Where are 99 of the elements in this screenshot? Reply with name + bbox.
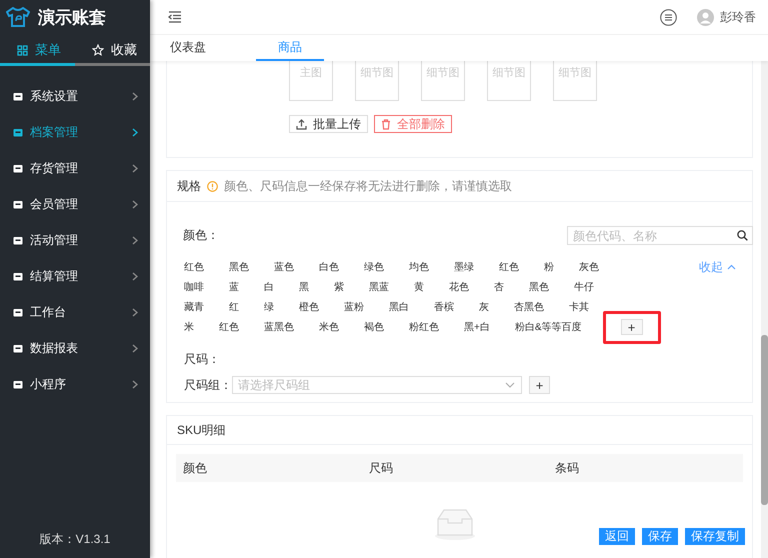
color-option[interactable]: 红色 [219,320,239,334]
color-option[interactable]: 杏 [494,280,504,294]
collapse-menu-icon[interactable] [168,11,182,23]
avatar-icon [697,8,714,26]
color-option[interactable]: 褐色 [364,320,384,334]
menu-item[interactable]: 数据报表 [0,330,150,366]
chevron-icon [132,308,138,316]
scrollbar[interactable] [761,61,768,558]
menu-icon[interactable] [660,8,677,26]
color-option[interactable]: 绿 [264,300,274,314]
chevron-up-icon [727,264,736,270]
color-option[interactable]: 米 [184,320,194,334]
star-icon [92,44,104,56]
chevron-icon [132,380,138,388]
box-icon [13,272,23,280]
warning-text: 颜色、尺码信息一经保存将无法进行删除，请谨慎选取 [224,178,512,194]
menu-item[interactable]: 会员管理 [0,186,150,222]
chevron-icon [132,128,138,136]
color-option[interactable]: 黄 [414,280,424,294]
add-button[interactable]: + [529,376,550,394]
upload-button[interactable]: 批量上传 [289,115,368,133]
color-option[interactable]: 蓝粉 [344,300,364,314]
color-option[interactable]: 牛仔 [574,280,594,294]
box-icon [13,344,23,352]
box-icon [13,128,23,136]
empty-inbox-icon [434,507,476,541]
menu-item[interactable]: 活动管理 [0,222,150,258]
upload-icon [296,118,307,130]
chevron-down-icon [505,382,515,388]
menu-item[interactable]: 工作台 [0,294,150,330]
color-option[interactable]: 黑蓝 [369,280,389,294]
chevron-icon [132,344,138,352]
section-title: SKU明细 [177,422,226,438]
color-option[interactable]: 黑 [299,280,309,294]
add-button[interactable]: + [620,319,643,335]
color-option[interactable]: 墨绿 [454,260,474,274]
search-icon [737,230,748,241]
field-label: 尺码： [184,352,220,366]
menu-item[interactable]: 系统设置 [0,78,150,114]
color-option[interactable]: 蓝 [229,280,239,294]
color-option[interactable]: 卡其 [569,300,589,314]
color-option[interactable]: 橙色 [299,300,319,314]
app-title: 演示账套 [38,6,106,28]
chevron-icon [132,92,138,100]
box-icon [13,308,23,316]
color-option[interactable]: 粉红色 [409,320,439,334]
color-option[interactable]: 红色 [184,260,204,274]
box-icon [13,200,23,208]
color-option[interactable]: 黑白 [389,300,409,314]
color-option[interactable]: 粉 [544,260,554,274]
color-option[interactable]: 灰 [479,300,489,314]
trash-icon [381,118,391,130]
color-option[interactable]: 红 [229,300,239,314]
menu-item[interactable]: 存货管理 [0,150,150,186]
color-option[interactable]: 米色 [319,320,339,334]
color-option[interactable]: 紫 [334,280,344,294]
color-option[interactable]: 黑色 [229,260,249,274]
color-option[interactable]: 白色 [319,260,339,274]
column-header: 颜色 [182,460,208,476]
size-group-select[interactable]: 请选择尺码组 [232,376,522,394]
version-text: 版本：V1.3.1 [38,531,112,548]
box-icon [13,164,23,172]
color-option[interactable]: 绿色 [364,260,384,274]
field-label: 颜色： [183,227,219,244]
box-icon [13,380,23,388]
color-option[interactable]: 藏青 [184,300,204,314]
box-icon [13,92,23,100]
chevron-icon [132,200,138,208]
grid-icon [17,44,28,56]
sidebar-tab[interactable]: 菜单 [0,37,75,66]
color-option[interactable]: 灰色 [579,260,599,274]
menu-item[interactable]: 结算管理 [0,258,150,294]
color-option[interactable]: 黑+白 [464,320,490,334]
section-title: 规格 [177,178,201,194]
color-option[interactable]: 香槟 [434,300,454,314]
chevron-icon [132,272,138,280]
user-name[interactable]: 彭玲香 [720,8,756,26]
color-option[interactable]: 均色 [409,260,429,274]
warning-icon [207,180,218,192]
shirt-logo-icon [6,7,30,27]
page-tab[interactable]: 仪表盘 [170,35,238,61]
column-header: 条码 [554,460,580,476]
color-option[interactable]: 白 [264,280,274,294]
field-label: 尺码组： [184,376,232,394]
color-option[interactable]: 杏黑色 [514,300,544,314]
color-option[interactable]: 蓝黑色 [264,320,294,334]
menu-item[interactable]: 小程序 [0,366,150,402]
box-icon [13,236,23,244]
color-option[interactable]: 蓝色 [274,260,294,274]
color-option[interactable]: 黑色 [529,280,549,294]
color-option[interactable]: 粉白&等等百度 [514,320,582,334]
color-option[interactable]: 咖啡 [184,280,204,294]
search-field[interactable]: 颜色代码、名称 [567,226,753,245]
color-option[interactable]: 花色 [449,280,469,294]
chevron-icon [132,164,138,172]
color-option[interactable]: 红色 [499,260,519,274]
chevron-icon [132,236,138,244]
menu-item[interactable]: 档案管理 [0,114,150,150]
column-header: 尺码 [368,460,394,476]
